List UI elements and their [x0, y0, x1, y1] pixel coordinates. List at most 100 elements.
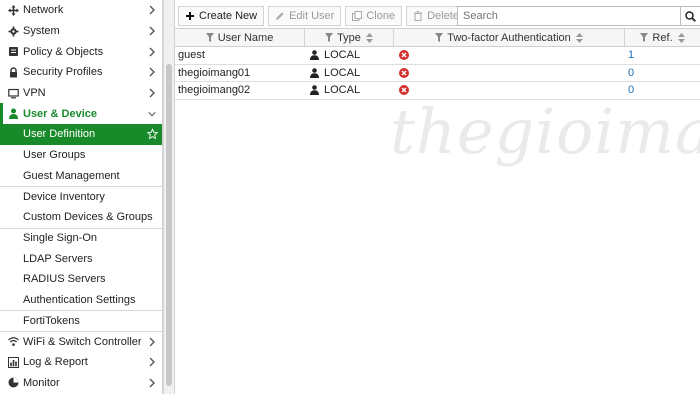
sidebar-scrollbar[interactable]	[163, 0, 174, 394]
sidebar: Network System Policy & Objects Security…	[0, 0, 163, 394]
column-header-user-name[interactable]: User Name	[175, 29, 305, 46]
sidebar-item-vpn[interactable]: VPN	[0, 83, 162, 104]
column-header-ref[interactable]: Ref.	[625, 29, 700, 46]
sidebar-subitem-label: LDAP Servers	[23, 252, 93, 265]
cell-type-label: LOCAL	[324, 66, 361, 79]
error-x-icon	[399, 85, 409, 96]
sidebar-item-network[interactable]: Network	[0, 0, 162, 21]
sidebar-item-label: WiFi & Switch Controller	[23, 335, 142, 348]
cell-type: LOCAL	[305, 65, 394, 82]
sidebar-subitem-radius-servers[interactable]: RADIUS Servers	[0, 269, 162, 290]
sort-icon[interactable]	[365, 32, 373, 43]
sidebar-item-label: Log & Report	[23, 356, 88, 369]
sidebar-subitem-label: FortiTokens	[23, 315, 80, 328]
table-row[interactable]: thegioimang01 LOCAL 0	[175, 65, 700, 82]
sidebar-item-wifi-switch-controller[interactable]: WiFi & Switch Controller	[0, 331, 162, 352]
sidebar-item-label: Security Profiles	[23, 66, 103, 79]
chevron-right-icon	[149, 378, 155, 388]
star-icon[interactable]	[147, 128, 158, 140]
sidebar-item-label: Network	[23, 4, 64, 17]
sidebar-item-label: VPN	[23, 87, 46, 100]
sidebar-item-label: Monitor	[23, 376, 60, 389]
sidebar-subitem-guest-management[interactable]: Guest Management	[0, 166, 162, 187]
create-new-button[interactable]: Create New	[178, 5, 265, 26]
search-icon	[685, 10, 696, 22]
cell-ref[interactable]: 0	[625, 65, 700, 82]
sidebar-subitem-label: User Groups	[23, 149, 86, 162]
column-header-type[interactable]: Type	[305, 29, 394, 46]
sidebar-subitem-authentication-settings[interactable]: Authentication Settings	[0, 290, 162, 311]
sidebar-item-log-report[interactable]: Log & Report	[0, 352, 162, 373]
main-panel: Create New Edit User Clone Delete User N…	[174, 0, 700, 394]
edit-user-button[interactable]: Edit User	[268, 5, 342, 26]
cell-user-name: guest	[178, 49, 205, 62]
cell-ref[interactable]: 1	[625, 47, 700, 64]
table-row[interactable]: thegioimang02 LOCAL 0	[175, 82, 700, 100]
table-header: User Name Type Two-factor Authentication…	[175, 28, 700, 47]
policy-icon	[8, 46, 19, 57]
sidebar-subitem-label: Guest Management	[23, 169, 120, 182]
sort-icon[interactable]	[575, 32, 583, 43]
filter-icon[interactable]	[435, 33, 444, 42]
chevron-right-icon	[149, 47, 155, 57]
cell-type: LOCAL	[305, 82, 394, 99]
sidebar-item-system[interactable]: System	[0, 21, 162, 42]
table-row[interactable]: guest LOCAL 1	[175, 47, 700, 65]
chevron-right-icon	[149, 5, 155, 15]
trash-icon	[414, 10, 423, 21]
sidebar-subitem-custom-devices-groups[interactable]: Custom Devices & Groups	[0, 207, 162, 228]
clone-button[interactable]: Clone	[345, 5, 403, 26]
chevron-down-icon	[148, 111, 156, 117]
user-icon	[310, 67, 319, 78]
sort-icon[interactable]	[677, 32, 685, 43]
sidebar-subitem-single-sign-on[interactable]: Single Sign-On	[0, 227, 162, 249]
search-button[interactable]	[681, 6, 700, 26]
lock-icon	[8, 67, 19, 78]
chart-icon	[8, 356, 19, 368]
gear-icon	[8, 26, 19, 37]
sidebar-subitem-label: Custom Devices & Groups	[23, 211, 153, 224]
toolbar: Create New Edit User Clone Delete	[175, 0, 700, 31]
clone-label: Clone	[366, 9, 396, 22]
cell-user-name: thegioimang02	[178, 84, 251, 97]
delete-label: Delete	[427, 9, 459, 22]
sidebar-item-policy-objects[interactable]: Policy & Objects	[0, 41, 162, 62]
column-header-two-factor[interactable]: Two-factor Authentication	[394, 29, 625, 46]
sidebar-subitem-user-definition[interactable]: User Definition	[0, 124, 162, 145]
sidebar-subitem-label: Device Inventory	[23, 191, 105, 204]
clone-icon	[352, 10, 363, 21]
search-input[interactable]	[457, 6, 681, 26]
filter-icon[interactable]	[325, 33, 334, 42]
cell-ref[interactable]: 0	[625, 82, 700, 99]
sidebar-subitem-label: Authentication Settings	[23, 293, 136, 306]
user-icon	[310, 85, 319, 96]
chevron-right-icon	[149, 88, 155, 98]
filter-icon[interactable]	[640, 33, 649, 42]
sidebar-item-label: System	[23, 25, 60, 38]
sidebar-subitem-device-inventory[interactable]: Device Inventory	[0, 186, 162, 207]
scrollbar-thumb[interactable]	[166, 64, 172, 386]
sidebar-subitem-fortitokens[interactable]: FortiTokens	[0, 310, 162, 331]
pencil-icon	[276, 11, 284, 20]
sidebar-item-label: User & Device	[23, 107, 97, 120]
sidebar-subitem-label: User Definition	[23, 128, 96, 141]
sidebar-item-user-device[interactable]: User & Device	[0, 103, 162, 125]
cell-type: LOCAL	[305, 47, 394, 64]
sidebar-subitem-ldap-servers[interactable]: LDAP Servers	[0, 248, 162, 269]
user-icon	[8, 108, 19, 120]
column-label: Type	[337, 31, 361, 44]
sidebar-item-monitor[interactable]: Monitor	[0, 372, 162, 393]
cell-two-factor	[394, 65, 625, 82]
cell-type-label: LOCAL	[324, 49, 361, 62]
chevron-right-icon	[149, 67, 155, 77]
sidebar-item-security-profiles[interactable]: Security Profiles	[0, 62, 162, 83]
chevron-right-icon	[149, 337, 155, 347]
sidebar-subitem-user-groups[interactable]: User Groups	[0, 145, 162, 166]
filter-icon[interactable]	[205, 33, 214, 42]
cell-two-factor	[394, 82, 625, 99]
cell-user-name: thegioimang01	[178, 66, 251, 79]
create-new-label: Create New	[199, 9, 258, 22]
cell-type-label: LOCAL	[324, 84, 361, 97]
watermark: thegioimang.vn	[390, 95, 700, 168]
error-x-icon	[399, 67, 409, 78]
